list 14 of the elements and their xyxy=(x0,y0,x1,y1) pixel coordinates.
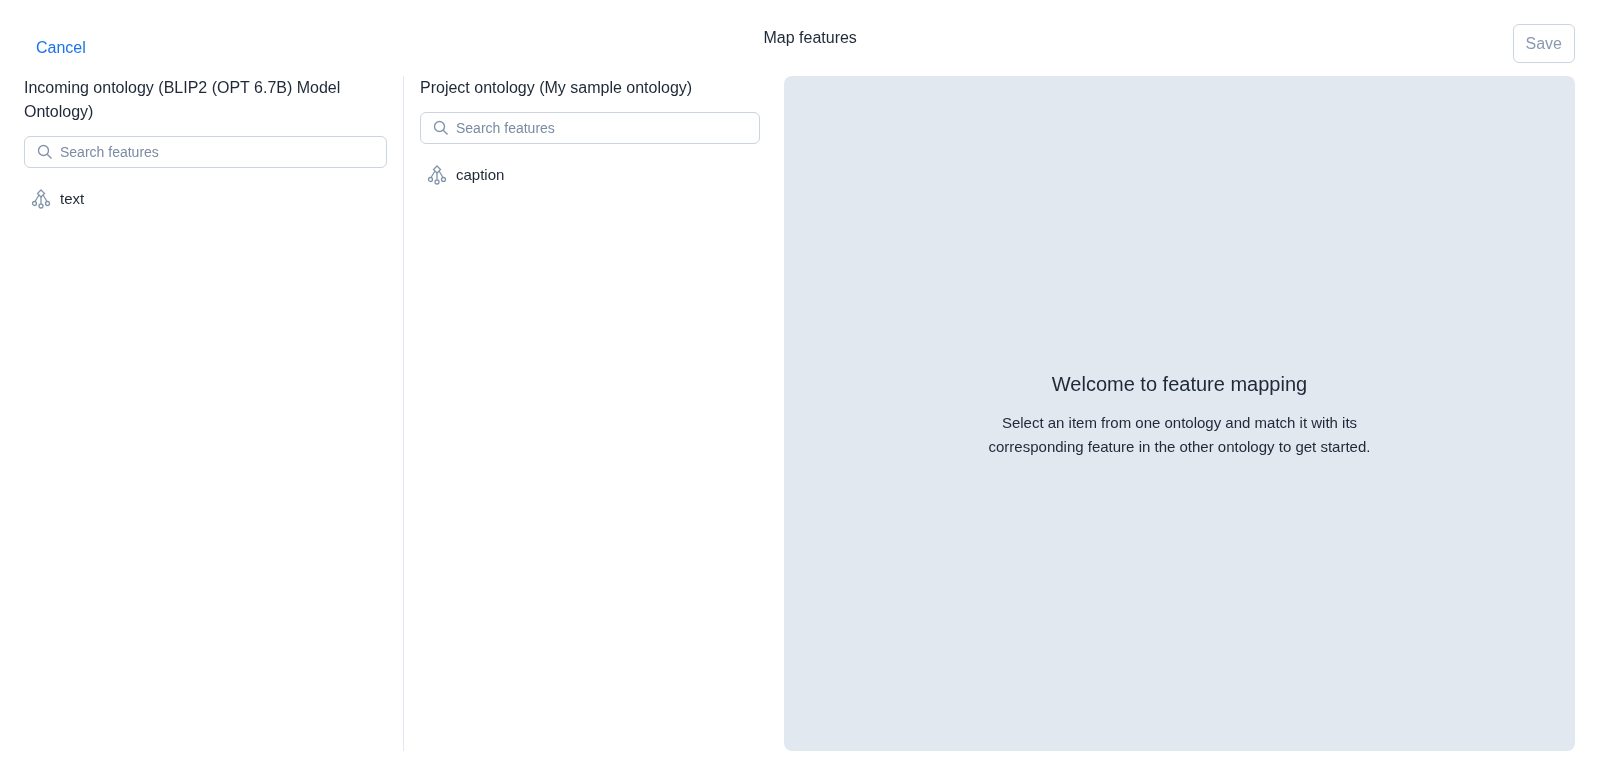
column-title: Project ontology (My sample ontology) xyxy=(420,78,694,98)
feature-item[interactable]: text xyxy=(24,180,387,219)
welcome-text: Select an item from one ontology and match it with its corresponding feature in the other ontology to get started. xyxy=(987,412,1372,457)
hierarchy-icon xyxy=(30,188,52,211)
search-icon xyxy=(37,144,53,160)
feature-item[interactable]: caption xyxy=(420,156,760,195)
search-icon xyxy=(433,120,449,136)
search-field[interactable]: Search features xyxy=(420,112,760,144)
search-field[interactable]: Search features xyxy=(24,136,387,168)
cancel-button[interactable]: Cancel xyxy=(24,28,98,68)
welcome-title: Welcome to feature mapping xyxy=(1051,371,1308,397)
column-title: Incoming ontology (BLIP2 (OPT 6.7B) Model Ontology) xyxy=(24,78,342,122)
hierarchy-icon xyxy=(426,164,448,187)
dialog-title: Map features xyxy=(763,28,857,48)
